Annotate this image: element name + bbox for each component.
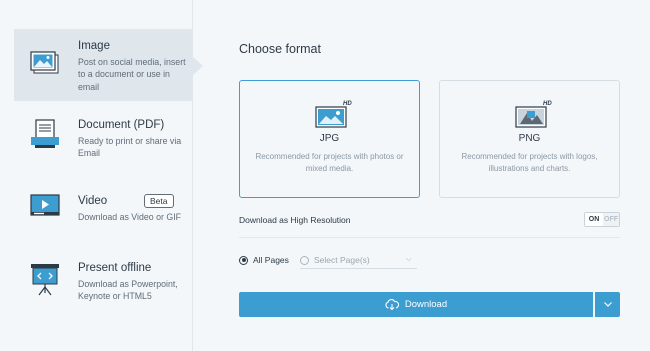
option-description: Download as Powerpoint, Keynote or HTML5	[78, 279, 178, 302]
format-sidebar: Image Post on social media, insert to a …	[0, 0, 203, 351]
select-pages-radio[interactable]: Select Page(s)	[300, 255, 370, 265]
presentation-icon	[30, 263, 60, 302]
divider	[239, 237, 620, 238]
sidebar-option-document-pdf[interactable]: Document (PDF) Ready to print or share v…	[14, 108, 193, 168]
option-title: Document (PDF)	[78, 119, 165, 131]
jpg-image-icon: HD	[315, 99, 355, 134]
format-description: Recommended for projects with photos or …	[255, 152, 404, 173]
all-pages-radio[interactable]: All Pages	[239, 255, 289, 265]
chevron-down-icon	[603, 302, 612, 307]
select-pages-underline	[300, 268, 417, 269]
toggle-on[interactable]: ON	[585, 213, 603, 226]
toggle-off[interactable]: OFF	[603, 213, 619, 226]
format-name: JPG	[319, 133, 340, 144]
format-card-png[interactable]: HD PNG Recommended for projects with log…	[439, 80, 620, 198]
sidebar-option-video[interactable]: Video Beta Download as Video or GIF	[14, 184, 193, 234]
video-icon	[30, 194, 60, 223]
format-card-jpg[interactable]: HD JPG Recommended for projects with pho…	[239, 80, 420, 198]
cloud-download-icon	[385, 299, 399, 310]
option-title: Present offline	[78, 262, 152, 274]
option-description: Ready to print or share via Email	[78, 136, 182, 159]
radio-checked-icon	[239, 255, 248, 265]
option-title: Video	[78, 195, 108, 207]
document-pdf-icon	[30, 119, 60, 154]
format-description: Recommended for projects with logos, ill…	[461, 152, 598, 173]
download-label: Download	[404, 299, 448, 310]
png-image-icon: HD	[515, 99, 555, 134]
download-options-button[interactable]	[595, 292, 620, 317]
choose-format-heading: Choose format	[239, 42, 321, 56]
sidebar-option-present-offline[interactable]: Present offline Download as Powerpoint, …	[14, 251, 193, 319]
download-button[interactable]: Download	[239, 292, 593, 317]
radio-label: All Pages	[253, 255, 289, 265]
chevron-down-icon[interactable]: ⌵	[406, 256, 411, 264]
radio-unchecked-icon	[300, 255, 309, 265]
option-description: Post on social media, insert to a docume…	[78, 57, 186, 92]
high-resolution-toggle[interactable]: ON OFF	[584, 212, 620, 227]
hd-badge: HD	[543, 101, 552, 107]
option-description: Download as Video or GIF	[78, 212, 182, 222]
sidebar-option-image[interactable]: Image Post on social media, insert to a …	[14, 29, 203, 101]
option-title: Image	[78, 40, 110, 52]
radio-label: Select Page(s)	[314, 255, 370, 265]
image-icon	[30, 51, 60, 80]
hd-badge: HD	[343, 101, 352, 107]
beta-badge: Beta	[144, 194, 174, 208]
format-name: PNG	[518, 133, 541, 144]
high-resolution-label: Download as High Resolution	[239, 215, 351, 225]
